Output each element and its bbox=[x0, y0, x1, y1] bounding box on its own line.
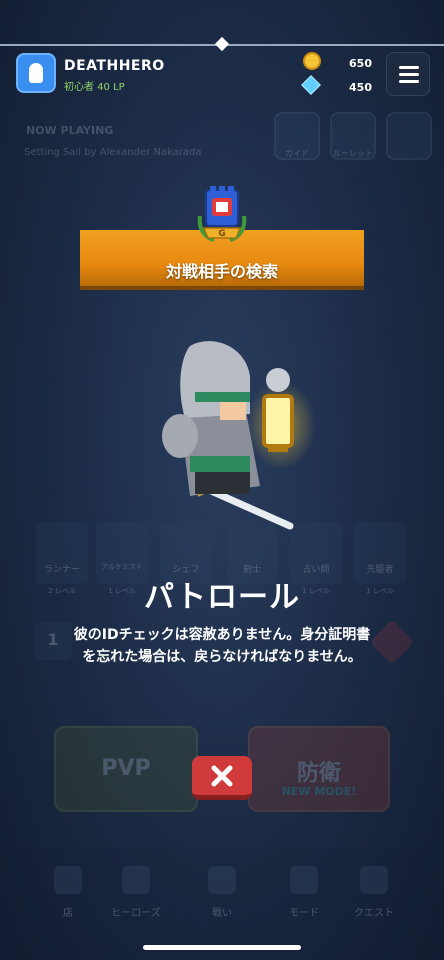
shop-icon bbox=[54, 866, 82, 894]
cancel-search-button[interactable] bbox=[192, 756, 252, 800]
mode-icon bbox=[290, 866, 318, 894]
patrol-knight-icon bbox=[162, 341, 294, 530]
gem-count: 450 bbox=[349, 81, 372, 94]
coin-icon bbox=[303, 52, 321, 70]
emblem-letter: G bbox=[218, 229, 225, 239]
nav-quest[interactable]: クエスト bbox=[334, 904, 414, 919]
nav-mode[interactable]: モード bbox=[264, 904, 344, 919]
song-title: Setting Sail by Alexander Nakarada bbox=[24, 147, 202, 158]
menu-icon bbox=[399, 66, 419, 69]
avatar[interactable] bbox=[16, 53, 56, 93]
close-icon bbox=[211, 765, 233, 786]
coin-count: 650 bbox=[349, 57, 372, 70]
nav-battle[interactable]: 戦い bbox=[182, 904, 262, 919]
chest-button[interactable] bbox=[386, 112, 432, 160]
banner-title: 対戦相手の検索 bbox=[165, 262, 278, 281]
player-name: DEATHHERO bbox=[64, 58, 165, 74]
heroes-icon bbox=[122, 866, 150, 894]
new-mode-label: NEW MODE! bbox=[281, 785, 357, 798]
nav-heroes[interactable]: ヒーローズ bbox=[96, 904, 176, 919]
pvp-label: PVP bbox=[101, 756, 151, 781]
roulette-label: ルーレット bbox=[333, 149, 373, 158]
defense-label: 防衛 bbox=[296, 761, 341, 786]
avatar-head-icon bbox=[29, 63, 43, 83]
guild-emblem-icon: G bbox=[197, 186, 247, 242]
guide-label: ガイド bbox=[285, 149, 309, 158]
now-playing-label: NOW PLAYING bbox=[26, 124, 114, 137]
hero-card-name: アルケミスト bbox=[101, 563, 143, 571]
side-left-count: 1 bbox=[47, 630, 59, 649]
battle-icon bbox=[208, 866, 236, 894]
enemy-description: 彼のIDチェックは容赦ありません。身分証明書を忘れた場合は、戻らなければなりませ… bbox=[73, 627, 371, 665]
home-indicator[interactable] bbox=[143, 945, 301, 950]
enemy-name: パトロール bbox=[144, 580, 300, 615]
menu-icon-line bbox=[399, 80, 419, 83]
menu-button[interactable] bbox=[386, 52, 430, 96]
player-rank: 初心者 40 LP bbox=[64, 82, 125, 93]
quest-icon bbox=[360, 866, 388, 894]
menu-icon-line bbox=[399, 73, 419, 76]
